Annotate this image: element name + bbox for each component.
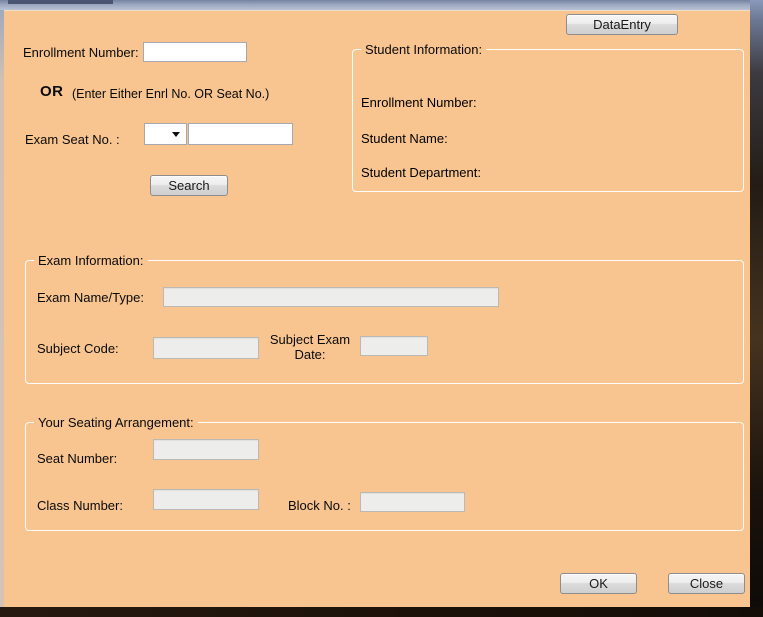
class-number-field — [153, 489, 259, 510]
seating-arrangement-groupbox: Your Seating Arrangement: Seat Number: C… — [25, 415, 744, 531]
data-entry-button[interactable]: DataEntry — [566, 14, 678, 35]
student-enrollment-number-label: Enrollment Number: — [361, 95, 477, 110]
desktop-background-bottom — [0, 607, 763, 617]
or-hint-label: (Enter Either Enrl No. OR Seat No.) — [72, 87, 270, 101]
subject-exam-date-label: Subject Exam Date: — [269, 332, 351, 362]
exam-name-type-field — [163, 287, 499, 307]
student-information-title: Student Information: — [361, 42, 487, 57]
subject-code-label: Subject Code: — [37, 341, 119, 356]
close-button[interactable]: Close — [668, 573, 745, 594]
enrollment-number-label: Enrollment Number: — [23, 45, 139, 60]
student-department-label: Student Department: — [361, 165, 481, 180]
subject-code-field — [153, 337, 259, 359]
seat-number-field — [153, 439, 259, 460]
ok-button[interactable]: OK — [560, 573, 637, 594]
desktop-background-right — [750, 0, 763, 617]
seat-number-label: Seat Number: — [37, 451, 118, 466]
exam-information-groupbox: Exam Information: Exam Name/Type: Subjec… — [25, 253, 744, 384]
student-name-label: Student Name: — [361, 131, 448, 146]
enrollment-number-input[interactable] — [143, 42, 247, 62]
or-label: OR — [40, 83, 64, 100]
background-window-edge — [8, 0, 113, 4]
exam-name-type-label: Exam Name/Type: — [37, 290, 144, 305]
block-no-label: Block No. : — [288, 498, 351, 513]
class-number-label: Class Number: — [37, 498, 123, 513]
window-frame-top — [0, 0, 763, 10]
exam-seat-no-label: Exam Seat No. : — [25, 132, 120, 147]
chevron-down-icon — [172, 132, 180, 137]
screen: DataEntry Enrollment Number: OR (Enter E… — [0, 0, 763, 617]
search-button[interactable]: Search — [150, 175, 228, 196]
seating-arrangement-title: Your Seating Arrangement: — [34, 415, 198, 430]
exam-seat-no-input[interactable] — [188, 123, 293, 145]
block-no-field — [360, 492, 465, 512]
exam-information-title: Exam Information: — [34, 253, 148, 268]
student-information-groupbox: Student Information: Enrollment Number: … — [352, 42, 744, 192]
form-client-area: DataEntry Enrollment Number: OR (Enter E… — [4, 10, 750, 607]
subject-exam-date-field — [360, 336, 428, 356]
seat-prefix-dropdown[interactable] — [144, 123, 187, 145]
